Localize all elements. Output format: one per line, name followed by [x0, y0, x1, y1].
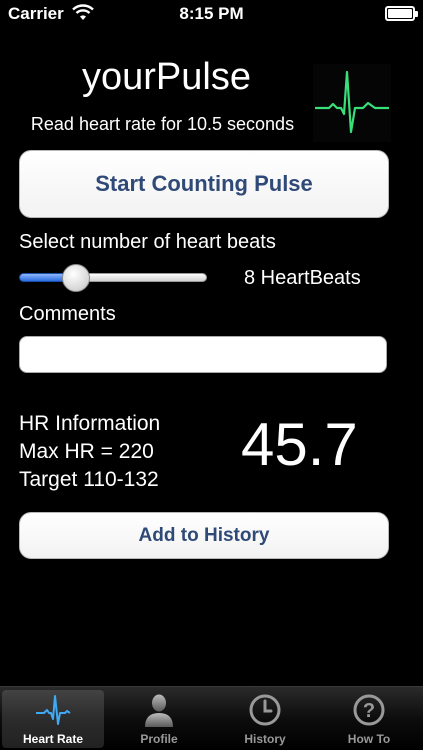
target-hr-text: Target 110-132	[19, 468, 159, 491]
tab-bar: Heart Rate Profile History ? How To	[0, 686, 423, 750]
hr-information: HR Information Max HR = 220 Target 110-1…	[19, 410, 160, 494]
app-title: yourPulse	[82, 56, 251, 98]
question-icon: ?	[353, 694, 385, 726]
comments-input[interactable]	[19, 336, 387, 373]
tab-label: Heart Rate	[22, 732, 84, 746]
heartbeats-value: 8 HeartBeats	[244, 267, 361, 289]
status-bar: Carrier 8:15 PM	[0, 0, 423, 28]
comments-label: Comments	[19, 303, 116, 325]
heart-rate-value: 45.7	[241, 411, 358, 478]
tab-heart-rate[interactable]: Heart Rate	[2, 690, 104, 748]
tab-how-to[interactable]: ? How To	[318, 690, 420, 748]
heartbeat-icon	[36, 695, 71, 725]
tab-profile[interactable]: Profile	[108, 690, 210, 748]
person-icon	[145, 694, 173, 727]
tab-label: Profile	[140, 732, 178, 746]
slider-thumb[interactable]	[62, 264, 91, 292]
max-hr-text: Max HR = 220	[19, 440, 154, 463]
svg-text:?: ?	[363, 700, 375, 722]
tab-label: History	[244, 732, 286, 746]
tab-label: How To	[347, 732, 391, 746]
heartbeats-slider[interactable]	[19, 264, 207, 292]
start-counting-pulse-button[interactable]: Start Counting Pulse	[19, 150, 389, 218]
ecg-waveform-icon	[313, 64, 391, 142]
reading-duration-text: Read heart rate for 10.5 seconds	[30, 114, 295, 134]
tab-history[interactable]: History	[214, 690, 316, 748]
add-to-history-button[interactable]: Add to History	[19, 512, 389, 559]
battery-full-icon	[385, 6, 418, 21]
status-time: 8:15 PM	[179, 4, 244, 23]
heartbeats-slider-label: Select number of heart beats	[19, 231, 276, 253]
hr-info-heading: HR Information	[19, 412, 161, 435]
clock-icon	[249, 694, 281, 726]
